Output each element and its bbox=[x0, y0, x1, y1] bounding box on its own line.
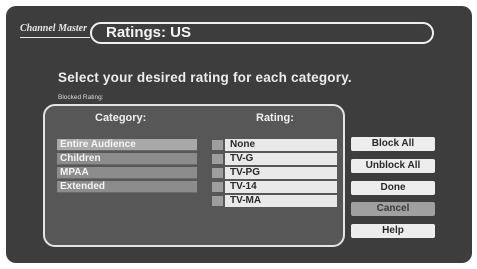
rating-checkbox[interactable] bbox=[212, 196, 223, 206]
channel-master-logo: Channel Master bbox=[20, 23, 90, 38]
rating-column-header: Rating: bbox=[256, 112, 294, 124]
category-item-mpaa[interactable]: MPAA bbox=[57, 167, 197, 179]
rating-label: TV-14 bbox=[225, 181, 337, 193]
rating-list: None TV-G TV-PG TV-14 TV-MA bbox=[209, 139, 337, 209]
category-column-header: Category: bbox=[95, 112, 147, 124]
ratings-panel: Category: Rating: Entire Audience Childr… bbox=[43, 104, 345, 247]
category-item-extended[interactable]: Extended bbox=[57, 181, 197, 193]
done-button[interactable]: Done bbox=[351, 181, 435, 195]
help-button[interactable]: Help bbox=[351, 224, 435, 238]
instruction-text: Select your desired rating for each cate… bbox=[58, 70, 352, 85]
block-all-button[interactable]: Block All bbox=[351, 137, 435, 151]
rating-row-tv-ma[interactable]: TV-MA bbox=[209, 195, 337, 207]
rating-checkbox[interactable] bbox=[212, 140, 223, 150]
rating-label: TV-MA bbox=[225, 195, 337, 207]
blocked-rating-label: Blocked Rating: bbox=[58, 94, 104, 101]
rating-label: TV-G bbox=[225, 153, 337, 165]
rating-checkbox[interactable] bbox=[212, 182, 223, 192]
rating-row-none[interactable]: None bbox=[209, 139, 337, 151]
rating-checkbox[interactable] bbox=[212, 168, 223, 178]
ratings-screen: Channel Master Ratings: US Select your d… bbox=[6, 6, 472, 263]
category-item-entire-audience[interactable]: Entire Audience bbox=[57, 139, 197, 151]
rating-label: TV-PG bbox=[225, 167, 337, 179]
rating-row-tv-pg[interactable]: TV-PG bbox=[209, 167, 337, 179]
rating-checkbox[interactable] bbox=[212, 154, 223, 164]
unblock-all-button[interactable]: Unblock All bbox=[351, 159, 435, 173]
cancel-button[interactable]: Cancel bbox=[351, 202, 435, 216]
rating-row-tv-14[interactable]: TV-14 bbox=[209, 181, 337, 193]
rating-label: None bbox=[225, 139, 337, 151]
page-title: Ratings: US bbox=[90, 22, 434, 44]
category-item-children[interactable]: Children bbox=[57, 153, 197, 165]
rating-row-tv-g[interactable]: TV-G bbox=[209, 153, 337, 165]
category-list: Entire Audience Children MPAA Extended bbox=[57, 139, 197, 195]
